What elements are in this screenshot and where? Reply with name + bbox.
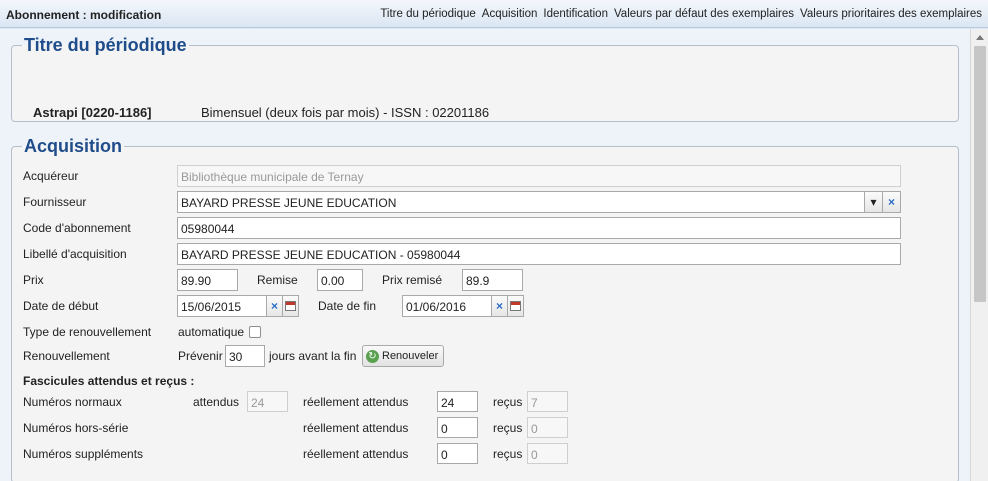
- hors-serie-recus-field: 0: [527, 417, 568, 438]
- close-icon: ×: [495, 299, 503, 313]
- prix-remise-input[interactable]: 89.9: [462, 269, 523, 291]
- numeros-hors-serie-label: Numéros hors-série: [23, 421, 129, 435]
- supplements-recus-field: 0: [527, 443, 568, 464]
- date-fin-field: 01/06/2016 ×: [402, 295, 524, 317]
- date-debut-calendar-button[interactable]: [283, 295, 299, 317]
- prix-label: Prix: [23, 273, 44, 287]
- renouveler-button-label: Renouveler: [382, 350, 439, 362]
- type-renouvellement-label: Type de renouvellement: [23, 325, 152, 339]
- normaux-reellement-input[interactable]: 24: [437, 391, 478, 412]
- supplements-reellement-input[interactable]: 0: [437, 443, 478, 464]
- code-abonnement-input[interactable]: 05980044: [177, 217, 901, 239]
- acquereur-field: Bibliothèque municipale de Ternay: [177, 165, 901, 187]
- form-content: Titre du périodique Astrapi [0220-1186] …: [0, 29, 970, 481]
- section-nav: Titre du périodique Acquisition Identifi…: [380, 8, 982, 20]
- normaux-attendus-field: 24: [247, 391, 288, 412]
- chevron-down-icon: ▾: [870, 195, 877, 209]
- recus-label: reçus: [493, 447, 523, 461]
- renouveler-button[interactable]: ↻ Renouveler: [362, 345, 445, 367]
- reellement-attendus-label: réellement attendus: [303, 395, 409, 409]
- nav-link-acquisition[interactable]: Acquisition: [482, 8, 538, 20]
- fascicules-heading: Fascicules attendus et reçus :: [23, 374, 195, 388]
- calendar-icon: [285, 301, 296, 311]
- date-debut-field: 15/06/2015 ×: [177, 295, 299, 317]
- nav-link-valeurs-defaut[interactable]: Valeurs par défaut des exemplaires: [614, 8, 794, 20]
- vertical-scrollbar[interactable]: [970, 29, 988, 481]
- date-fin-label: Date de fin: [318, 299, 377, 313]
- nav-link-identification[interactable]: Identification: [543, 8, 608, 20]
- reellement-attendus-label: réellement attendus: [303, 421, 409, 435]
- prix-input[interactable]: 89.90: [177, 269, 238, 291]
- date-debut-clear-button[interactable]: ×: [267, 295, 283, 317]
- refresh-icon: ↻: [366, 349, 379, 363]
- recus-label: reçus: [493, 421, 523, 435]
- fournisseur-select[interactable]: BAYARD PRESSE JEUNE EDUCATION: [177, 191, 865, 213]
- remise-input[interactable]: 0.00: [317, 269, 363, 291]
- prevenir-label: Prévenir: [178, 349, 223, 363]
- fournisseur-clear-button[interactable]: ×: [883, 191, 901, 213]
- date-debut-input[interactable]: 15/06/2015: [177, 295, 267, 317]
- normaux-recus-field: 7: [527, 391, 568, 412]
- fournisseur-dropdown-button[interactable]: ▾: [865, 191, 883, 213]
- attendus-label: attendus: [193, 395, 240, 409]
- acquisition-legend: Acquisition: [24, 136, 122, 156]
- prix-remise-label: Prix remisé: [382, 273, 443, 287]
- calendar-icon: [510, 301, 521, 311]
- date-debut-label: Date de début: [23, 299, 99, 313]
- numeros-supplements-label: Numéros suppléments: [23, 447, 144, 461]
- top-bar: Abonnement : modification Titre du pério…: [0, 0, 988, 28]
- date-fin-input[interactable]: 01/06/2016: [402, 295, 492, 317]
- code-abonnement-label: Code d'abonnement: [23, 221, 131, 235]
- date-fin-clear-button[interactable]: ×: [492, 295, 508, 317]
- prevenir-input[interactable]: 30: [225, 345, 265, 367]
- scrollbar-thumb[interactable]: [974, 46, 986, 302]
- recus-label: reçus: [493, 395, 523, 409]
- fournisseur-label: Fournisseur: [23, 195, 87, 209]
- libelle-acquisition-input[interactable]: BAYARD PRESSE JEUNE EDUCATION - 05980044: [177, 243, 901, 265]
- hors-serie-reellement-input[interactable]: 0: [437, 417, 478, 438]
- close-icon: ×: [887, 195, 895, 209]
- scroll-up-arrow-icon[interactable]: [976, 35, 984, 40]
- periodique-details: Bimensuel (deux fois par mois) - ISSN : …: [201, 105, 490, 120]
- close-icon: ×: [270, 299, 278, 313]
- libelle-acquisition-label: Libellé d'acquisition: [23, 247, 127, 261]
- page-title: Abonnement : modification: [6, 8, 162, 22]
- nav-link-titre[interactable]: Titre du périodique: [380, 8, 475, 20]
- remise-label: Remise: [257, 273, 298, 287]
- jours-avant-fin-label: jours avant la fin: [269, 349, 357, 363]
- automatique-label: automatique: [178, 325, 245, 339]
- nav-link-valeurs-prioritaires[interactable]: Valeurs prioritaires des exemplaires: [800, 8, 982, 20]
- numeros-normaux-label: Numéros normaux: [23, 395, 122, 409]
- acquereur-label: Acquéreur: [23, 169, 79, 183]
- titre-section: Titre du périodique Astrapi [0220-1186] …: [11, 35, 959, 122]
- reellement-attendus-label: réellement attendus: [303, 447, 409, 461]
- periodique-name: Astrapi [0220-1186]: [33, 105, 152, 120]
- date-fin-calendar-button[interactable]: [508, 295, 524, 317]
- automatique-checkbox[interactable]: [249, 326, 261, 338]
- titre-legend: Titre du périodique: [24, 35, 187, 55]
- renouvellement-label: Renouvellement: [23, 349, 110, 363]
